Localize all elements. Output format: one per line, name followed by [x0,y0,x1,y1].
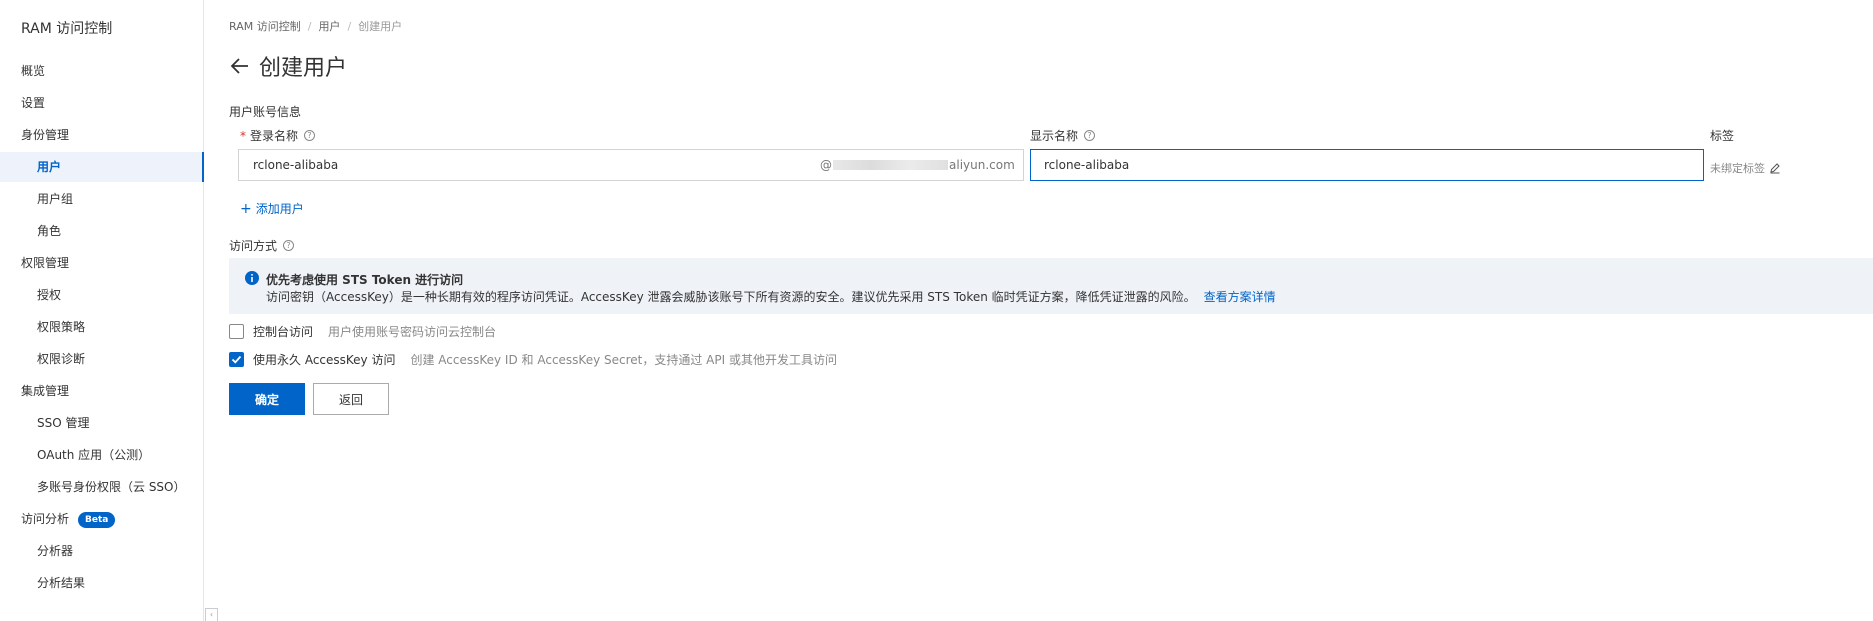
sidebar-item-cloud-sso[interactable]: 多账号身份权限（云 SSO） [0,472,203,502]
sidebar-title: RAM 访问控制 [21,21,113,37]
display-name-input[interactable]: rclone-alibaba [1030,149,1704,181]
login-name-value: rclone-alibaba [253,158,339,172]
login-name-label: * 登录名称? [240,127,316,144]
redacted-account-id [833,160,948,170]
sidebar-group-permissions[interactable]: 权限管理 [0,248,203,278]
sidebar-item-diagnosis[interactable]: 权限诊断 [0,344,203,374]
sidebar-item-label: 用户组 [37,192,74,206]
console-access-option[interactable]: 控制台访问 用户使用账号密码访问云控制台 [229,323,496,340]
sidebar-item-label: 集成管理 [21,384,70,398]
sidebar-item-grants[interactable]: 授权 [0,280,203,310]
sidebar-item-user-groups[interactable]: 用户组 [0,184,203,214]
sidebar-item-label: 权限策略 [37,320,86,334]
display-name-label: 显示名称? [1030,127,1096,144]
breadcrumb-item-ram[interactable]: RAM 访问控制 [229,20,301,33]
console-access-checkbox[interactable] [229,324,244,339]
page-title: 创建用户 [259,56,348,81]
access-method-label: 访问方式? [229,237,295,254]
sidebar-item-settings[interactable]: 设置 [0,88,203,118]
sidebar-item-label: 概览 [21,64,46,78]
sidebar-item-analysis-results[interactable]: 分析结果 [0,568,203,598]
sidebar-item-label: 用户 [37,160,62,174]
display-name-label-text: 显示名称 [1030,129,1079,143]
console-access-label: 控制台访问 [253,325,314,339]
sidebar: RAM 访问控制 概览 设置 身份管理 用户 用户组 角色 权限管理 授权 权限… [0,0,204,621]
sidebar-item-label: 分析结果 [37,576,86,590]
breadcrumb-item-current: 创建用户 [358,20,403,33]
collapse-sidebar-icon[interactable]: ‹ [205,608,218,621]
sidebar-item-policies[interactable]: 权限策略 [0,312,203,342]
sidebar-item-label: 访问分析 [21,512,70,526]
help-icon[interactable]: ? [1084,130,1096,141]
login-name-input[interactable]: rclone-alibaba @ aliyun.com [238,149,1024,181]
tag-label: 标签 [1710,129,1735,143]
sidebar-item-label: SSO 管理 [37,416,90,430]
help-icon[interactable]: ? [304,130,316,141]
display-name-value: rclone-alibaba [1044,158,1130,172]
check-icon [231,355,242,364]
breadcrumb: RAM 访问控制 / 用户 / 创建用户 [229,20,403,33]
sidebar-item-label: 分析器 [37,544,74,558]
accesskey-access-option[interactable]: 使用永久 AccessKey 访问 创建 AccessKey ID 和 Acce… [229,351,837,368]
sts-recommendation-alert: 优先考虑使用 STS Token 进行访问 访问密钥（AccessKey）是一种… [229,258,1873,314]
sidebar-item-oauth[interactable]: OAuth 应用（公测） [0,440,203,470]
accesskey-access-desc: 创建 AccessKey ID 和 AccessKey Secret，支持通过 … [410,353,837,367]
sidebar-item-label: 权限管理 [21,256,70,270]
sidebar-item-label: 多账号身份权限（云 SSO） [37,480,186,494]
section-label: 用户账号信息 [229,105,302,119]
add-user-button[interactable]: + 添加用户 [240,200,304,217]
sidebar-item-sso[interactable]: SSO 管理 [0,408,203,438]
sidebar-item-users[interactable]: 用户 [0,152,204,182]
login-domain-suffix: @ aliyun.com [820,158,1015,172]
sidebar-item-label: OAuth 应用（公测） [37,448,151,462]
alert-title: 优先考虑使用 STS Token 进行访问 [266,273,464,287]
domain-text: aliyun.com [949,158,1015,172]
tag-status[interactable]: 未绑定标签 [1710,160,1781,176]
sidebar-item-label: 授权 [37,288,62,302]
edit-icon[interactable] [1769,162,1781,174]
help-icon[interactable]: ? [283,240,295,251]
sidebar-group-identity[interactable]: 身份管理 [0,120,203,150]
alert-text: 访问密钥（AccessKey）是一种长期有效的程序访问凭证。AccessKey … [266,290,1196,304]
login-name-label-text: 登录名称 [250,129,299,143]
sidebar-item-label: 设置 [21,96,46,110]
info-icon [245,271,259,285]
sidebar-item-overview[interactable]: 概览 [0,56,203,86]
confirm-button[interactable]: 确定 [229,383,305,415]
add-user-label: 添加用户 [255,202,304,216]
access-method-label-text: 访问方式 [229,239,278,253]
alert-description: 访问密钥（AccessKey）是一种长期有效的程序访问凭证。AccessKey … [266,288,1276,305]
sidebar-item-roles[interactable]: 角色 [0,216,203,246]
tag-empty-text: 未绑定标签 [1710,162,1765,175]
sidebar-item-label: 身份管理 [21,128,70,142]
sidebar-item-label: 权限诊断 [37,352,86,366]
view-details-link[interactable]: 查看方案详情 [1204,290,1276,304]
at-sign: @ [820,158,832,172]
sidebar-item-analyzer[interactable]: 分析器 [0,536,203,566]
sidebar-group-integration[interactable]: 集成管理 [0,376,203,406]
accesskey-access-checkbox[interactable] [229,352,244,367]
page-header: 创建用户 [229,51,347,81]
back-button[interactable]: 返回 [313,383,389,415]
beta-badge: Beta [78,512,116,528]
accesskey-access-label: 使用永久 AccessKey 访问 [253,353,396,367]
sidebar-item-label: 角色 [37,224,62,238]
back-arrow-icon[interactable] [229,55,251,77]
sidebar-group-access-analysis[interactable]: 访问分析 Beta [0,504,203,534]
console-access-desc: 用户使用账号密码访问云控制台 [328,325,497,339]
plus-icon: + [240,200,252,217]
breadcrumb-item-users[interactable]: 用户 [318,20,340,33]
